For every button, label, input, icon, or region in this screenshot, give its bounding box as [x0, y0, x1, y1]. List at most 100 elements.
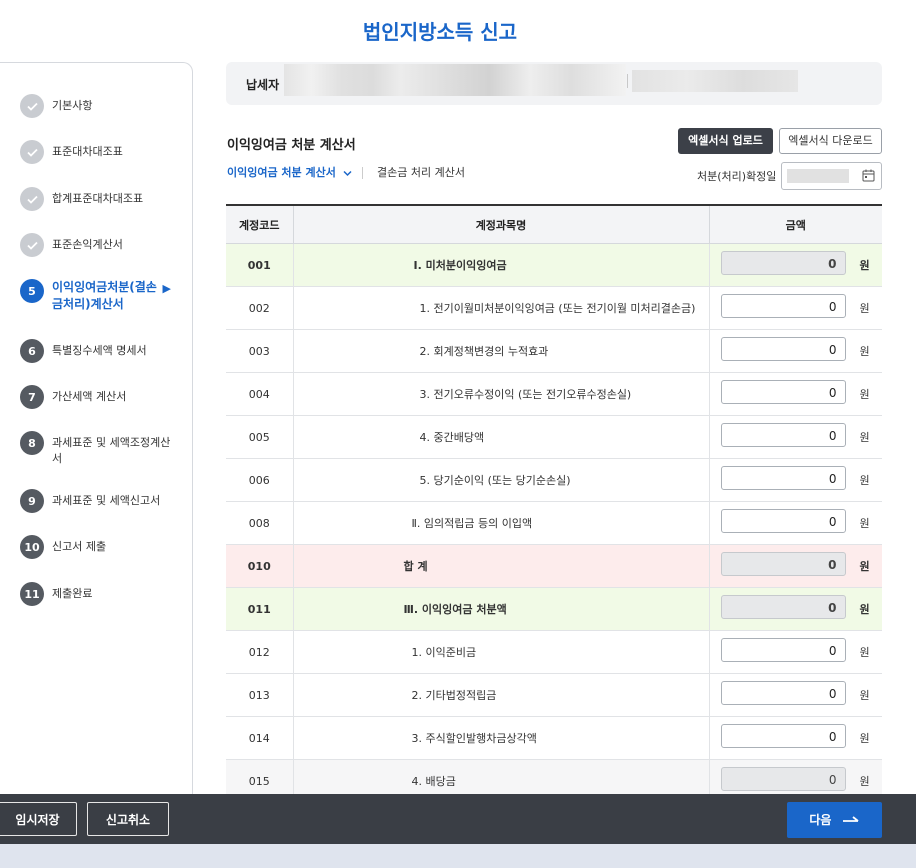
amount-cell: 0원: [708, 243, 882, 287]
amount-cell: 0원: [708, 372, 882, 416]
amount-input: 0: [720, 767, 846, 791]
table-row: 004 3. 전기오류수정이익 (또는 전기오류수정손실) 0 원: [226, 372, 882, 416]
tab-label: 이익잉여금 처분 계산서: [227, 166, 336, 179]
currency-unit: 원: [859, 345, 870, 358]
chevron-down-icon: [343, 170, 352, 176]
step-item-4[interactable]: 표준손익계산서: [20, 233, 185, 257]
account-name: 3. 전기오류수정이익 (또는 전기오류수정손실): [292, 372, 709, 416]
account-code: 003: [226, 329, 293, 373]
step-item-1[interactable]: 기본사항: [20, 94, 185, 118]
account-code: 005: [226, 415, 293, 459]
currency-unit: 원: [859, 732, 870, 745]
bottom-action-bar: 임시저장 신고취소 다음: [0, 794, 916, 844]
amount-cell: 0원: [708, 587, 882, 631]
account-name: 1. 이익준비금: [292, 630, 709, 674]
table-row: 003 2. 회계정책변경의 누적효과 0 원: [226, 329, 882, 373]
currency-unit: 원: [859, 431, 870, 444]
table-row: 010 합 계 0원: [226, 544, 882, 588]
table-row: 013 2. 기타법정적립금 0 원: [226, 673, 882, 717]
currency-unit: 원: [859, 603, 870, 616]
currency-unit: 원: [859, 517, 870, 530]
check-icon: [20, 187, 44, 211]
amount-input[interactable]: 0: [720, 294, 846, 318]
tab-retained-earnings[interactable]: 이익잉여금 처분 계산서: [227, 164, 352, 180]
step-label: 가산세액 계산서: [52, 390, 127, 403]
next-label: 다음: [809, 813, 832, 827]
amount-input[interactable]: 0: [720, 337, 846, 361]
check-icon: [20, 233, 44, 257]
account-name: 1. 전기이월미처분이익잉여금 (또는 전기이월 미처리결손금): [292, 286, 709, 330]
step-item-3[interactable]: 합계표준대차대조표: [20, 187, 185, 211]
currency-unit: 원: [859, 388, 870, 401]
table-row: 005 4. 중간배당액 0 원: [226, 415, 882, 459]
step-item-7[interactable]: 7 가산세액 계산서: [20, 385, 185, 409]
check-icon: [20, 94, 44, 118]
step-label: 과세표준 및 세액조정계산서: [52, 436, 171, 465]
taskbar-strip: [0, 844, 916, 868]
amount-cell: 0원: [708, 286, 882, 330]
amount-cell: 0원: [708, 716, 882, 760]
amount-input[interactable]: 0: [720, 466, 846, 490]
header-code: 계정코드: [226, 204, 293, 244]
confirm-date-label: 처분(처리)확정일 :: [697, 170, 784, 183]
account-code: 012: [226, 630, 293, 674]
currency-unit: 원: [859, 259, 870, 272]
account-name: Ⅱ. 임의적립금 등의 이입액: [292, 501, 709, 545]
currency-unit: 원: [859, 775, 870, 788]
step-label: 이익잉여금처분(결손금처리)계산서: [52, 280, 157, 311]
step-item-11[interactable]: 11 제출완료: [20, 582, 185, 606]
step-navigation: 기본사항표준대차대조표합계표준대차대조표표준손익계산서 5 이익잉여금처분(결손금처…: [0, 62, 193, 804]
amount-cell: 0원: [708, 458, 882, 502]
step-label: 특별징수세액 명세서: [52, 344, 147, 357]
amount-input[interactable]: 0: [720, 423, 846, 447]
step-label: 제출완료: [52, 587, 93, 600]
amount-input[interactable]: 0: [720, 638, 846, 662]
account-name: 5. 당기순이익 (또는 당기순손실): [292, 458, 709, 502]
account-name: 2. 기타법정적립금: [292, 673, 709, 717]
step-item-8[interactable]: 8 과세표준 및 세액조정계산서: [20, 431, 185, 467]
page-title: 법인지방소득 신고: [362, 20, 518, 44]
excel-download-button[interactable]: 엑셀서식 다운로드: [779, 128, 882, 154]
confirm-date-field[interactable]: [781, 162, 882, 190]
cancel-report-button[interactable]: 신고취소: [87, 802, 169, 836]
step-number: 7: [20, 385, 44, 409]
tab-deficit-disposal[interactable]: 결손금 처리 계산서: [377, 164, 465, 180]
account-code: 010: [226, 544, 293, 588]
calendar-icon[interactable]: [862, 169, 875, 182]
step-number: 6: [20, 339, 44, 363]
step-label: 합계표준대차대조표: [52, 192, 144, 205]
currency-unit: 원: [859, 560, 870, 573]
step-item-6[interactable]: 6 특별징수세액 명세서: [20, 339, 185, 363]
account-name: 3. 주식할인발행차금상각액: [292, 716, 709, 760]
table-row: 001 Ⅰ. 미처분이익잉여금 0 원: [226, 243, 882, 287]
currency-unit: 원: [859, 474, 870, 487]
amount-input[interactable]: 0: [720, 681, 846, 705]
step-item-10[interactable]: 10 신고서 제출: [20, 535, 185, 559]
account-name: 합 계: [292, 544, 709, 588]
account-code: 002: [226, 286, 293, 330]
account-code: 006: [226, 458, 293, 502]
amount-input[interactable]: 0: [720, 724, 846, 748]
currency-unit: 원: [859, 646, 870, 659]
currency-unit: 원: [859, 689, 870, 702]
currency-unit: 원: [859, 302, 870, 315]
step-label: 과세표준 및 세액신고서: [52, 494, 161, 507]
table-row: 002 1. 전기이월미처분이익잉여금 (또는 전기이월 미처리결손금) 0 원: [226, 286, 882, 330]
excel-upload-button[interactable]: 엑셀서식 업로드: [678, 128, 773, 154]
account-code: 008: [226, 501, 293, 545]
table-row: 006 5. 당기순이익 (또는 당기순손실) 0 원: [226, 458, 882, 502]
arrow-right-icon: [842, 815, 859, 822]
account-code: 004: [226, 372, 293, 416]
step-label: 신고서 제출: [52, 540, 107, 553]
table-row: 008 Ⅱ. 임의적립금 등의 이입액 0 원: [226, 501, 882, 545]
temp-save-button[interactable]: 임시저장: [0, 802, 77, 836]
amount-input: 0: [720, 552, 846, 576]
amount-input[interactable]: 0: [720, 380, 846, 404]
amount-cell: 0원: [708, 630, 882, 674]
next-button[interactable]: 다음: [787, 802, 882, 838]
step-item-9[interactable]: 9 과세표준 및 세액신고서: [20, 489, 185, 513]
amount-input[interactable]: 0: [720, 509, 846, 533]
step-item-5[interactable]: 5 이익잉여금처분(결손금처리)계산서 ▶: [20, 279, 185, 313]
step-item-2[interactable]: 표준대차대조표: [20, 140, 185, 164]
account-code: 011: [226, 587, 293, 631]
